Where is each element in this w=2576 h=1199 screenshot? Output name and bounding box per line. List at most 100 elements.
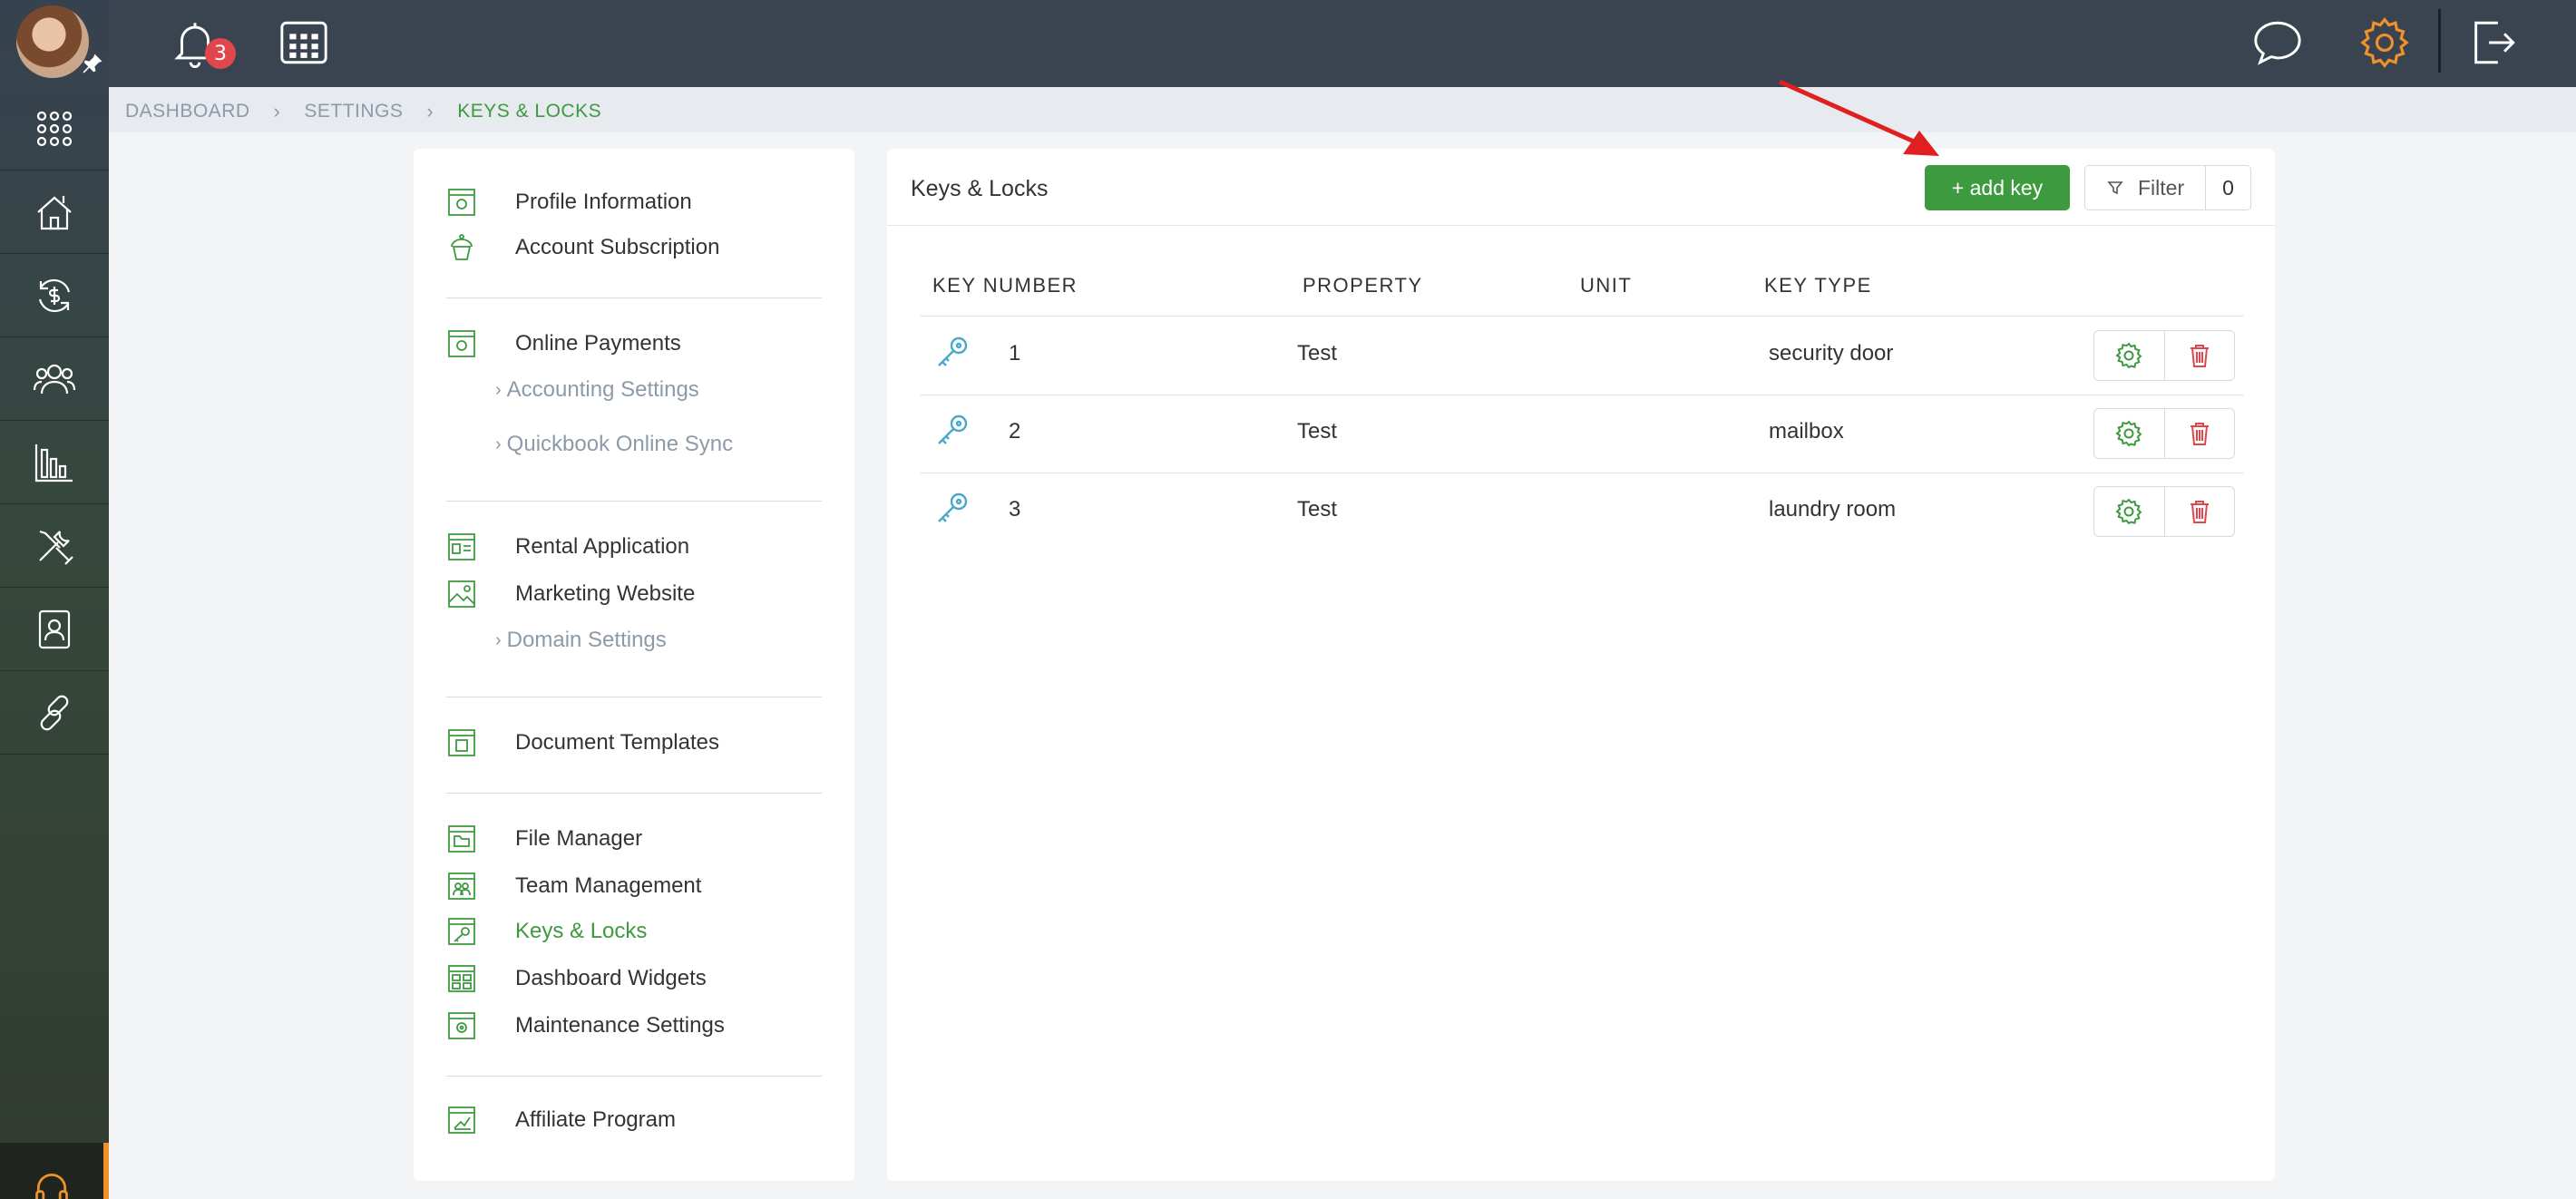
rail-payments[interactable] bbox=[0, 254, 109, 337]
menu-domain-settings[interactable]: › Domain Settings bbox=[495, 628, 667, 653]
edit-key-button[interactable] bbox=[2094, 487, 2164, 536]
menu-accounting-settings[interactable]: › Accounting Settings bbox=[495, 377, 699, 403]
filter-count: 0 bbox=[2205, 166, 2250, 210]
delete-key-button[interactable] bbox=[2163, 331, 2235, 380]
breadcrumb-chevron-icon: › bbox=[273, 100, 281, 122]
delete-key-button[interactable] bbox=[2163, 409, 2235, 458]
widgets-grid-icon bbox=[448, 965, 475, 992]
key-icon bbox=[938, 492, 968, 522]
headset-icon bbox=[35, 1174, 68, 1199]
support-button[interactable] bbox=[0, 1143, 109, 1199]
key-icon bbox=[938, 414, 968, 444]
apps-grid-icon bbox=[36, 111, 73, 146]
breadcrumb-dashboard[interactable]: DASHBOARD bbox=[125, 101, 250, 122]
delete-key-button[interactable] bbox=[2163, 487, 2235, 536]
menu-affiliate-program[interactable]: Affiliate Program bbox=[446, 1105, 676, 1136]
rail-properties[interactable] bbox=[0, 171, 109, 254]
header-divider bbox=[887, 225, 2275, 226]
cell-key-number: 2 bbox=[1009, 419, 1021, 444]
rail-apps[interactable] bbox=[0, 87, 109, 171]
payment-cycle-icon bbox=[38, 278, 71, 312]
column-header-key-number[interactable]: KEY NUMBER bbox=[932, 274, 1078, 297]
trash-icon bbox=[2190, 345, 2209, 367]
breadcrumb-bar: DASHBOARD › SETTINGS › KEYS & LOCKS bbox=[109, 87, 2576, 132]
team-doc-icon bbox=[448, 872, 475, 900]
edit-key-button[interactable] bbox=[2094, 331, 2164, 380]
breadcrumb-settings[interactable]: SETTINGS bbox=[304, 101, 403, 122]
keys-locks-panel: Keys & Locks + add key Filter 0 KEY NUMB… bbox=[887, 149, 2275, 1181]
column-header-property[interactable]: PROPERTY bbox=[1303, 274, 1423, 297]
gear-icon bbox=[2115, 498, 2142, 525]
menu-rental-application[interactable]: Rental Application bbox=[446, 531, 689, 562]
trash-icon bbox=[2190, 501, 2209, 523]
cell-key-type: laundry room bbox=[1769, 497, 1897, 522]
rail-people[interactable] bbox=[0, 337, 109, 421]
menu-dashboard-widgets[interactable]: Dashboard Widgets bbox=[446, 963, 707, 994]
row-actions bbox=[2093, 486, 2235, 537]
notification-badge[interactable]: 3 bbox=[205, 38, 236, 69]
menu-file-manager[interactable]: File Manager bbox=[446, 824, 642, 854]
cell-key-number: 1 bbox=[1009, 341, 1021, 366]
rail-maintenance[interactable] bbox=[0, 504, 109, 588]
pin-icon[interactable] bbox=[80, 51, 105, 76]
menu-maintenance-settings[interactable]: Maintenance Settings bbox=[446, 1010, 725, 1041]
rail-reports[interactable] bbox=[0, 421, 109, 504]
filter-funnel-icon bbox=[2107, 181, 2123, 195]
column-header-key-type[interactable]: KEY TYPE bbox=[1764, 274, 1872, 297]
menu-online-payments[interactable]: Online Payments bbox=[446, 328, 681, 359]
filter-button[interactable]: Filter 0 bbox=[2084, 165, 2251, 210]
breadcrumb-keys-locks: KEYS & LOCKS bbox=[457, 101, 602, 122]
menu-team-management[interactable]: Team Management bbox=[446, 871, 701, 902]
menu-profile-information[interactable]: Profile Information bbox=[446, 187, 692, 218]
chevron-right-icon: › bbox=[495, 629, 502, 650]
chevron-right-icon: › bbox=[495, 434, 502, 454]
filter-label: Filter bbox=[2138, 175, 2185, 200]
add-key-button[interactable]: + add key bbox=[1925, 165, 2070, 210]
breadcrumb-chevron-icon: › bbox=[426, 100, 434, 122]
key-doc-icon bbox=[448, 918, 475, 945]
menu-account-subscription[interactable]: Account Subscription bbox=[446, 232, 719, 263]
menu-keys-locks[interactable]: Keys & Locks bbox=[446, 916, 647, 947]
menu-quickbook-online-sync[interactable]: › Quickbook Online Sync bbox=[495, 432, 733, 457]
template-doc-icon bbox=[448, 729, 475, 756]
edit-key-button[interactable] bbox=[2094, 409, 2164, 458]
bar-chart-icon bbox=[34, 444, 73, 482]
logout-icon[interactable] bbox=[2467, 16, 2520, 69]
calendar-icon[interactable] bbox=[278, 16, 330, 69]
rail-links[interactable] bbox=[0, 671, 109, 755]
row-actions bbox=[2093, 330, 2235, 381]
menu-marketing-website[interactable]: Marketing Website bbox=[446, 579, 695, 609]
top-bar: 3 bbox=[109, 0, 2576, 87]
cell-property: Test bbox=[1297, 497, 1338, 522]
left-rail bbox=[0, 0, 109, 1199]
image-icon bbox=[448, 580, 475, 608]
column-header-unit[interactable]: UNIT bbox=[1580, 274, 1632, 297]
menu-divider bbox=[446, 793, 822, 794]
cell-property: Test bbox=[1297, 341, 1338, 366]
contact-card-icon bbox=[38, 609, 71, 648]
payments-doc-icon bbox=[448, 330, 475, 357]
menu-divider bbox=[446, 501, 822, 502]
maintenance-doc-icon bbox=[448, 1012, 475, 1039]
cell-key-type: security door bbox=[1769, 341, 1894, 366]
key-icon bbox=[938, 336, 968, 366]
cell-key-type: mailbox bbox=[1769, 419, 1844, 444]
cell-property: Test bbox=[1297, 419, 1338, 444]
rail-contacts[interactable] bbox=[0, 588, 109, 671]
topbar-divider bbox=[2438, 9, 2441, 73]
link-icon bbox=[40, 695, 69, 730]
menu-document-templates[interactable]: Document Templates bbox=[446, 727, 719, 758]
cell-key-number: 3 bbox=[1009, 497, 1021, 522]
house-icon bbox=[37, 195, 72, 229]
gear-icon bbox=[2115, 342, 2142, 369]
tools-icon bbox=[39, 530, 73, 565]
trash-icon bbox=[2190, 423, 2209, 445]
folder-doc-icon bbox=[448, 825, 475, 853]
row-actions bbox=[2093, 408, 2235, 459]
settings-gear-icon[interactable] bbox=[2358, 16, 2411, 69]
people-icon bbox=[33, 364, 76, 394]
user-avatar[interactable] bbox=[16, 5, 89, 78]
chevron-right-icon: › bbox=[495, 379, 502, 400]
chat-icon[interactable] bbox=[2251, 16, 2304, 69]
table-header-divider bbox=[920, 316, 2244, 317]
